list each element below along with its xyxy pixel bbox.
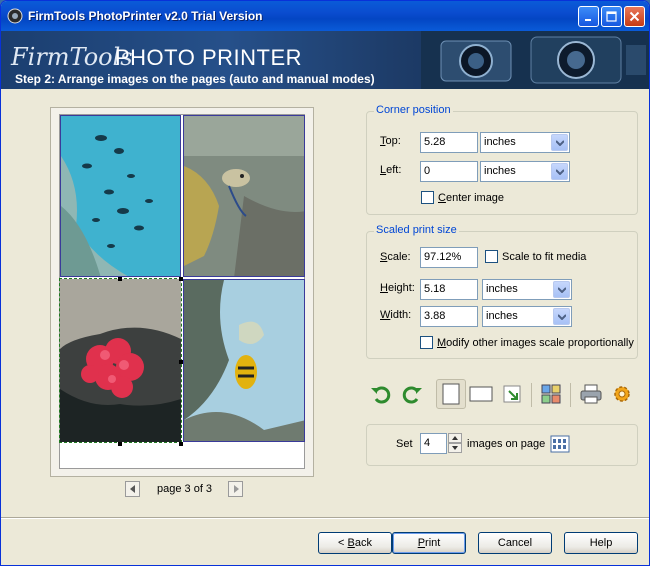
cancel-button[interactable]: Cancel [478,532,552,554]
rotate-right-button[interactable] [397,379,427,409]
yellow-fish-photo [184,280,304,441]
gear-icon [614,386,630,402]
rotate-right-icon [402,386,422,404]
minimize-button[interactable] [578,6,599,27]
modify-scale-checkbox[interactable]: Modify other images scale proportionally [420,336,634,349]
center-image-checkbox[interactable]: Center image [421,191,504,204]
selection-handle[interactable] [179,360,183,364]
landscape-orientation-button[interactable] [466,379,496,409]
main-window: FirmTools PhotoPrinter v2.0 Trial Versio… [0,0,650,566]
modify-scale-label: Modify other images scale proportionally [437,336,634,349]
chevron-down-icon[interactable] [551,134,568,151]
width-unit-select[interactable]: inches [482,306,572,327]
left-input[interactable]: 0 [420,161,478,182]
image-thumbnail-yellow-fish[interactable] [183,279,305,442]
selection-handle[interactable] [179,277,183,281]
corner-position-legend: Corner position [374,104,453,116]
printer-setup-button[interactable] [576,379,606,409]
toolbar-separator [570,383,571,407]
next-page-button[interactable] [228,481,243,497]
spin-down-button[interactable] [448,443,462,453]
rotate-left-button[interactable] [366,379,396,409]
scale-to-fit-checkbox[interactable]: Scale to fit media [485,250,586,263]
arrow-left-icon [129,485,135,493]
toolbar-separator [531,383,532,407]
print-button[interactable]: Print [392,532,466,554]
scale-input[interactable]: 97.12% [420,247,478,268]
grid-icon [550,435,570,453]
selection-handle[interactable] [118,277,122,281]
width-input[interactable]: 3.88 [420,306,478,327]
landscape-page-icon [469,386,493,402]
fish-photo [61,116,180,276]
chevron-down-icon[interactable] [553,281,570,298]
prev-page-button[interactable] [125,481,140,497]
printer-icon [580,384,602,404]
height-label: Height: [380,282,415,294]
page-navigator: page 3 of 3 [125,481,245,499]
top-unit-select[interactable]: inches [480,132,570,153]
settings-button[interactable] [607,379,637,409]
image-thumbnail-red-coral-selected[interactable] [59,278,182,443]
title-bar[interactable]: FirmTools PhotoPrinter v2.0 Trial Versio… [1,1,649,31]
top-input[interactable]: 5.28 [420,132,478,153]
page-preview-panel [50,107,314,477]
red-coral-photo [60,279,181,442]
close-icon [629,11,640,22]
images-on-page-label: images on page [467,438,546,450]
images-per-page-input[interactable]: 4 [420,433,447,454]
close-button[interactable] [624,6,645,27]
height-unit-select[interactable]: inches [482,279,572,300]
page-preview [59,114,305,469]
app-icon [7,8,23,24]
center-image-label: Center image [438,191,505,204]
reef-photo [184,116,304,276]
portrait-orientation-button[interactable] [436,379,466,409]
left-label: Left: [380,164,402,176]
maximize-icon [606,11,617,22]
bottom-separator [1,517,649,519]
arrow-down-icon [452,446,458,450]
scale-to-fit-label: Scale to fit media [502,250,587,263]
layout-grid-icon [541,384,561,404]
left-unit-select[interactable]: inches [480,161,570,182]
page-indicator: page 3 of 3 [157,483,213,495]
window-title: FirmTools PhotoPrinter v2.0 Trial Versio… [28,9,263,23]
camera-banner-image [421,31,649,89]
back-button[interactable]: < Back [318,532,392,554]
step-title: Step 2: Arrange images on the pages (aut… [15,72,375,86]
spin-up-button[interactable] [448,433,462,443]
layout-button[interactable] [536,379,566,409]
header-banner: FirmTools PHOTO PRINTER Step 2: Arrange … [1,31,649,89]
top-label: Top: [380,135,401,147]
help-button[interactable]: Help [564,532,638,554]
maximize-button[interactable] [601,6,622,27]
images-per-page-spinner[interactable] [448,433,462,454]
chevron-down-icon[interactable] [551,163,568,180]
brand-main-text: PHOTO PRINTER [115,45,303,70]
set-label: Set [396,438,413,450]
grid-layout-button[interactable] [549,433,571,455]
chevron-down-icon[interactable] [553,308,570,325]
fit-to-page-button[interactable] [497,379,527,409]
arrow-up-icon [452,436,458,440]
image-thumbnail-fish-blue[interactable] [60,115,181,277]
scaled-print-size-legend: Scaled print size [374,224,459,236]
width-label: Width: [380,309,412,321]
scale-label: Scale: [380,251,411,263]
height-input[interactable]: 5.18 [420,279,478,300]
selection-handle[interactable] [179,442,183,446]
selection-handle[interactable] [118,442,122,446]
resize-arrow-icon [503,385,521,403]
rotate-left-icon [371,386,391,404]
minimize-icon [584,18,591,21]
arrow-right-icon [233,485,239,493]
portrait-page-icon [442,383,460,405]
image-thumbnail-reef-fish[interactable] [183,115,305,277]
